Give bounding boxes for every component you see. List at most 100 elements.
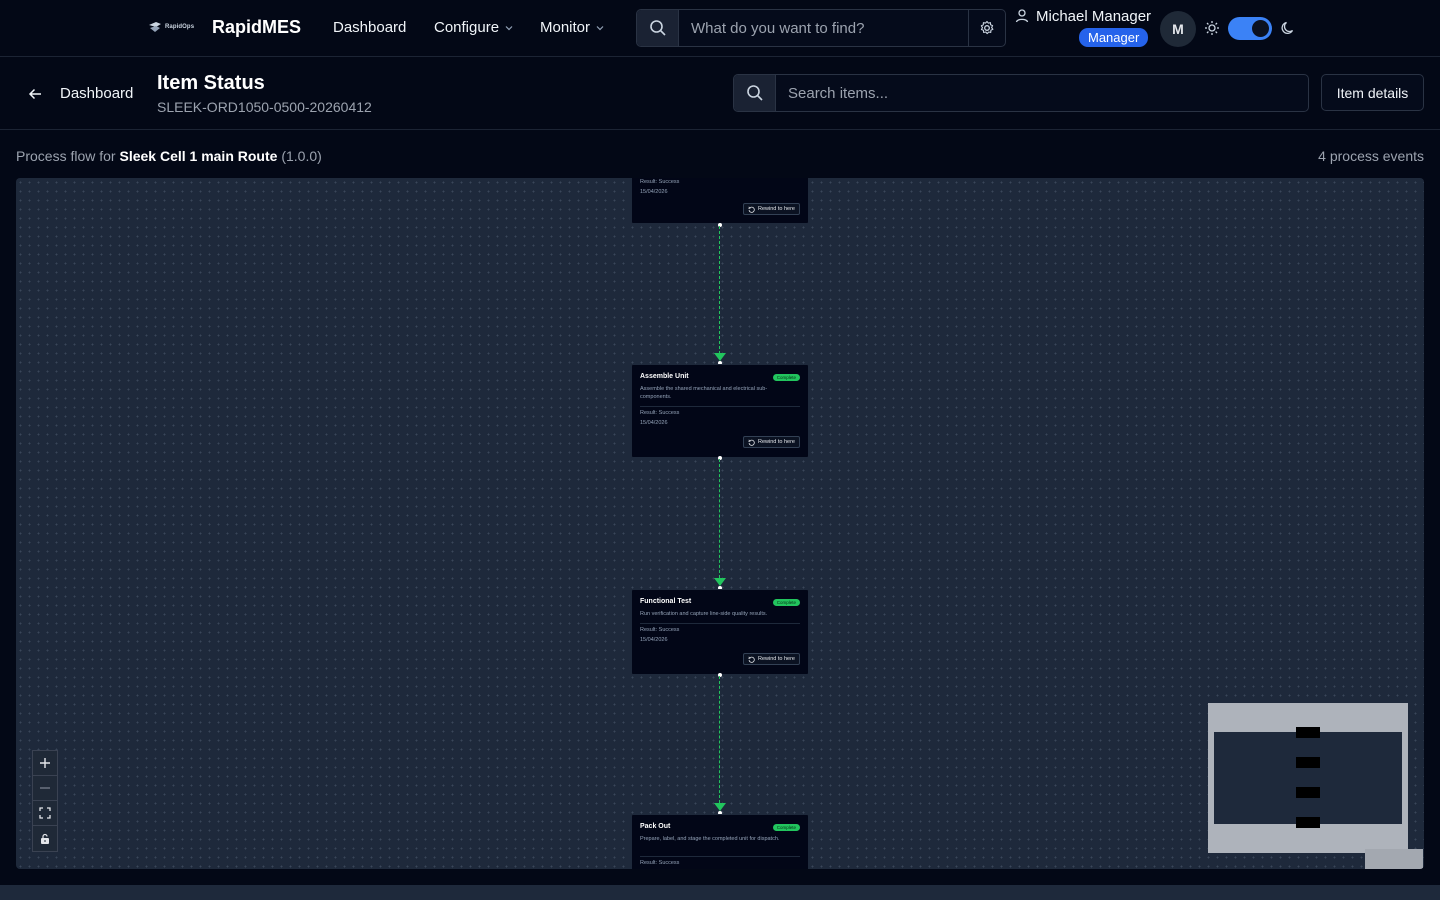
search-icon <box>746 85 763 101</box>
bottom-bar <box>0 885 1440 900</box>
node-description: Assemble the shared mechanical and elect… <box>640 386 768 400</box>
node-description: Run verification and capture line-side q… <box>640 611 768 617</box>
nav-configure-label: Configure <box>434 19 500 36</box>
moon-icon <box>1281 21 1294 35</box>
nav-configure[interactable]: Configure <box>434 19 513 36</box>
flow-edge <box>719 226 721 354</box>
company-logo[interactable]: RapidOps <box>148 21 194 33</box>
chevron-down-icon <box>505 25 513 30</box>
route-name: Sleek Cell 1 main Route <box>119 148 278 164</box>
back-to-dashboard-link[interactable]: Dashboard <box>28 85 133 102</box>
theme-toggle-knob <box>1252 20 1269 37</box>
rewind-icon <box>748 439 755 446</box>
status-badge: Complete <box>772 824 800 831</box>
minimap[interactable] <box>1208 703 1408 853</box>
node-divider <box>640 406 800 407</box>
minimap-node <box>1296 817 1320 828</box>
user-icon <box>1015 9 1029 23</box>
search-icon <box>649 20 666 36</box>
minimap-node <box>1296 727 1320 738</box>
global-search-input[interactable] <box>679 10 968 46</box>
item-details-button[interactable]: Item details <box>1321 74 1424 111</box>
chevron-down-icon <box>596 25 604 30</box>
node-divider <box>640 623 800 624</box>
flow-edge <box>719 459 721 578</box>
item-id: SLEEK-ORD1050-0500-20260412 <box>157 99 372 115</box>
rewind-label: Rewind to here <box>758 656 795 662</box>
theme-toggle[interactable] <box>1228 17 1272 40</box>
node-date: 15/04/2026 <box>640 420 668 426</box>
logo-text: RapidOps <box>165 24 195 30</box>
node-result: Result: Success <box>640 627 680 633</box>
fit-view-button[interactable] <box>33 801 57 826</box>
flow-prefix: Process flow for <box>16 148 116 164</box>
node-result: Result: Success <box>640 410 680 416</box>
top-nav: RapidOps RapidMES Dashboard Configure Mo… <box>0 0 1440 57</box>
nav-monitor-label: Monitor <box>540 19 591 36</box>
process-flow-canvas[interactable]: Result: Success 15/04/2026 Rewind to her… <box>16 178 1424 869</box>
minus-icon <box>40 787 50 789</box>
edge-arrow <box>714 578 726 586</box>
canvas-controls <box>32 750 58 852</box>
rewind-button[interactable]: Rewind to here <box>743 203 800 215</box>
node-title: Functional Test <box>640 598 692 605</box>
arrow-left-icon <box>28 88 41 99</box>
canvas-attribution[interactable] <box>1365 849 1423 869</box>
user-role-badge: Manager <box>1079 28 1149 47</box>
lock-button[interactable] <box>33 826 57 851</box>
rewind-label: Rewind to here <box>758 206 795 212</box>
rewind-icon <box>748 656 755 663</box>
route-version: (1.0.0) <box>281 148 322 164</box>
node-divider <box>640 856 800 857</box>
global-search-button[interactable] <box>637 10 679 46</box>
zoom-out-button[interactable] <box>33 776 57 801</box>
node-date: 15/04/2026 <box>640 189 668 195</box>
node-title: Pack Out <box>640 823 671 830</box>
nav-monitor[interactable]: Monitor <box>540 19 604 36</box>
status-badge: Complete <box>772 599 800 606</box>
nav-dashboard[interactable]: Dashboard <box>333 19 406 36</box>
item-search <box>733 74 1309 112</box>
sun-icon <box>1205 21 1219 35</box>
nav-dashboard-label: Dashboard <box>333 19 407 36</box>
rewind-button[interactable]: Rewind to here <box>743 653 800 665</box>
avatar[interactable]: M <box>1160 11 1196 47</box>
rewind-button[interactable]: Rewind to here <box>743 436 800 448</box>
search-settings-button[interactable] <box>968 10 1005 46</box>
process-node[interactable]: Pack Out Complete Prepare, label, and st… <box>631 814 809 869</box>
flow-edge <box>719 676 721 803</box>
app-name[interactable]: RapidMES <box>212 17 301 38</box>
process-event-count: 4 process events <box>1318 148 1424 164</box>
minimap-node <box>1296 757 1320 768</box>
node-date: 15/04/2026 <box>640 637 668 643</box>
rewind-icon <box>748 206 755 213</box>
status-badge: Complete <box>772 374 800 381</box>
rewind-label: Rewind to here <box>758 439 795 445</box>
logo-icon <box>149 22 161 32</box>
user-name: Michael Manager <box>1036 8 1152 25</box>
minimap-node <box>1296 787 1320 798</box>
node-description: Prepare, label, and stage the completed … <box>640 836 780 842</box>
edge-arrow <box>714 803 726 811</box>
page-header: Dashboard Item Status SLEEK-ORD1050-0500… <box>0 57 1440 130</box>
process-flow-caption: Process flow for Sleek Cell 1 main Route… <box>16 148 322 164</box>
global-search <box>636 9 1006 47</box>
item-search-button[interactable] <box>734 75 776 111</box>
zoom-in-button[interactable] <box>33 751 57 776</box>
back-label: Dashboard <box>60 85 134 102</box>
gear-icon <box>980 20 994 35</box>
process-node[interactable]: Assemble Unit Complete Assemble the shar… <box>631 364 809 458</box>
item-search-input[interactable] <box>776 75 1308 111</box>
edge-arrow <box>714 353 726 361</box>
node-title: Assemble Unit <box>640 373 689 380</box>
process-node[interactable]: Functional Test Complete Run verificatio… <box>631 589 809 675</box>
minimap-viewport[interactable] <box>1214 732 1402 824</box>
node-result: Result: Success <box>640 860 680 866</box>
node-result: Result: Success <box>640 179 680 185</box>
page-title: Item Status <box>157 72 265 94</box>
lock-icon <box>41 833 49 844</box>
fit-view-icon <box>39 807 51 819</box>
user-menu[interactable]: Michael Manager Manager <box>1015 7 1155 51</box>
process-node[interactable]: Result: Success 15/04/2026 Rewind to her… <box>631 178 809 224</box>
plus-icon <box>40 758 50 768</box>
